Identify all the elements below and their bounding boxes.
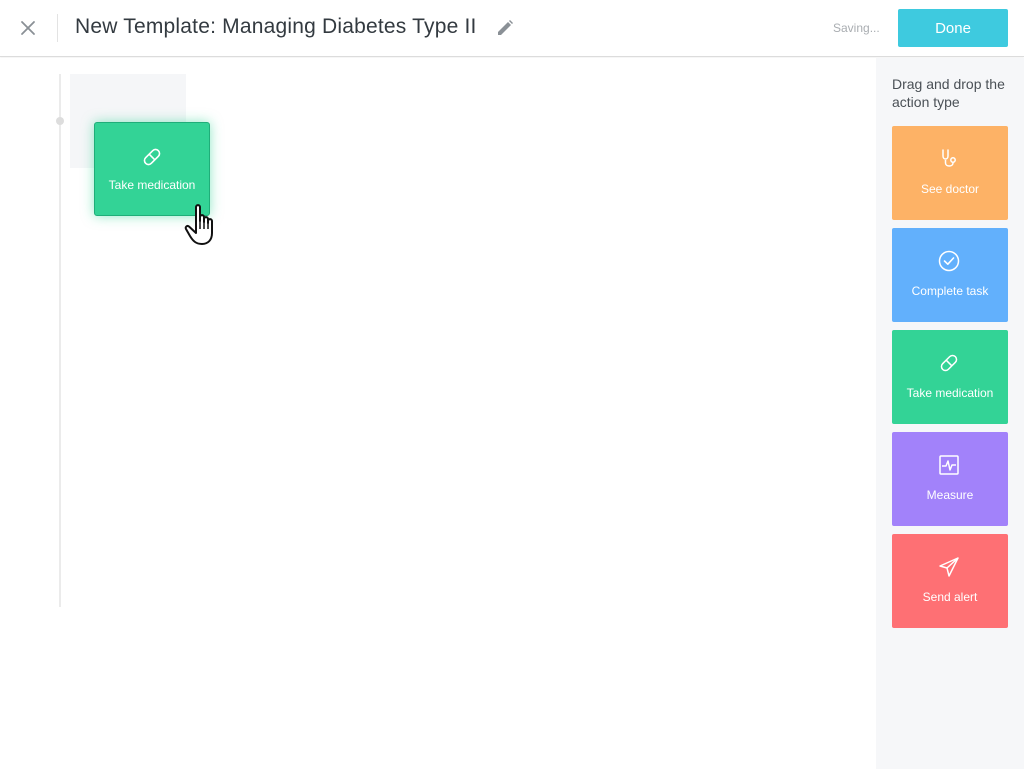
action-card-label: Send alert bbox=[922, 590, 978, 604]
hand-cursor-icon bbox=[184, 203, 222, 249]
close-icon[interactable] bbox=[16, 16, 40, 40]
chart-measure-icon bbox=[937, 453, 961, 477]
timeline-line bbox=[59, 74, 61, 607]
header-divider bbox=[57, 14, 58, 42]
action-card-see-doctor[interactable]: See doctor bbox=[892, 126, 1008, 220]
action-card-label: Measure bbox=[926, 488, 974, 502]
action-card-complete-task[interactable]: Complete task bbox=[892, 228, 1008, 322]
template-title: New Template: Managing Diabetes Type II bbox=[75, 15, 477, 38]
sidebar-heading: Drag and drop the action type bbox=[892, 76, 1005, 110]
pill-icon bbox=[937, 351, 961, 375]
action-card-measure[interactable]: Measure bbox=[892, 432, 1008, 526]
paper-plane-icon bbox=[937, 555, 961, 579]
action-card-label: Take medication bbox=[906, 386, 994, 400]
saving-status: Saving... bbox=[833, 21, 880, 35]
check-circle-icon bbox=[937, 249, 961, 273]
stethoscope-icon bbox=[937, 147, 961, 171]
dragging-card-label: Take medication bbox=[108, 178, 196, 192]
pill-icon bbox=[140, 145, 164, 169]
action-card-send-alert[interactable]: Send alert bbox=[892, 534, 1008, 628]
action-card-label: Complete task bbox=[911, 284, 989, 298]
action-type-sidebar: Drag and drop the action type See doctor… bbox=[876, 58, 1024, 769]
action-card-take-medication[interactable]: Take medication bbox=[892, 330, 1008, 424]
pencil-icon[interactable] bbox=[496, 19, 514, 37]
header-bar: New Template: Managing Diabetes Type II … bbox=[0, 0, 1024, 57]
template-canvas[interactable]: Take medication bbox=[0, 58, 876, 769]
timeline-node bbox=[56, 117, 64, 125]
dragging-action-card[interactable]: Take medication bbox=[94, 122, 210, 216]
done-button[interactable]: Done bbox=[898, 9, 1008, 47]
action-card-label: See doctor bbox=[920, 182, 980, 196]
